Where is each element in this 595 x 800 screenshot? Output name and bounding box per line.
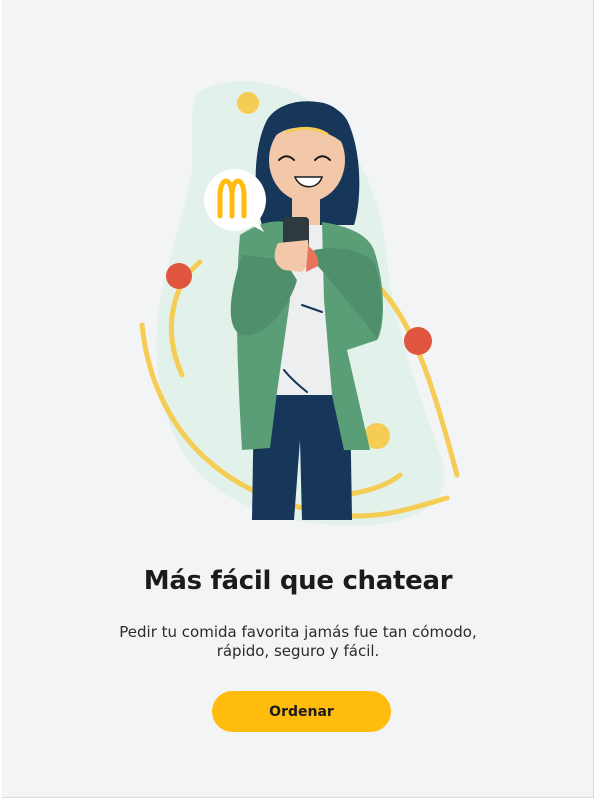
page-subtitle: Pedir tu comida favorita jamás fue tan c… <box>119 623 477 660</box>
onboarding-illustration <box>139 81 460 526</box>
red-dot-left <box>166 263 192 289</box>
red-dot-right <box>404 327 432 355</box>
hand <box>274 240 310 272</box>
page-title: Más fácil que chatear <box>143 566 453 596</box>
onboarding-card: Más fácil que chatear Pedir tu comida fa… <box>2 0 594 798</box>
yellow-dot-top <box>237 92 259 114</box>
order-button[interactable]: Ordenar <box>212 691 391 732</box>
